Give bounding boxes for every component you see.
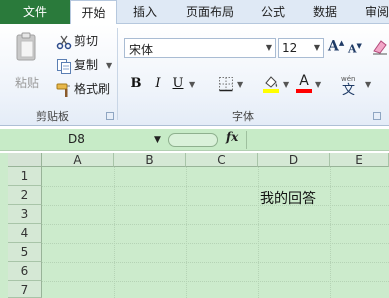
- gridline: [42, 281, 389, 282]
- formula-bar-splitter[interactable]: [168, 133, 218, 147]
- grow-font-button[interactable]: A▲: [328, 38, 344, 55]
- phonetic-dropdown-arrow[interactable]: ▼: [365, 80, 371, 89]
- paintbrush-icon: [56, 83, 70, 97]
- row-header-6[interactable]: 6: [8, 262, 42, 281]
- ribbon-home: 粘贴 剪切 复制 ▼ 格式刷 剪贴板 宋体 ▼ 12 ▼ A▲ A▼ B I U…: [0, 24, 389, 126]
- svg-text:文: 文: [342, 83, 355, 97]
- font-color-dropdown-arrow[interactable]: ▼: [315, 80, 321, 89]
- copy-icon: [57, 58, 71, 74]
- fill-color-icon[interactable]: [262, 74, 280, 94]
- gridline: [42, 243, 389, 244]
- font-color-button[interactable]: A: [296, 73, 312, 93]
- grid-gutter: [0, 153, 8, 298]
- insert-function-button[interactable]: fx: [226, 130, 238, 144]
- cell-d2[interactable]: 我的回答: [260, 188, 316, 208]
- gridline: [42, 262, 389, 263]
- tab-file[interactable]: 文件: [0, 0, 70, 24]
- select-all-button[interactable]: [8, 153, 42, 167]
- group-divider: [117, 28, 118, 120]
- row-header-4[interactable]: 4: [8, 224, 42, 243]
- format-painter-button[interactable]: 格式刷: [56, 80, 110, 98]
- row-header-1[interactable]: 1: [8, 167, 42, 186]
- gridline: [42, 186, 389, 187]
- clipboard-group-label: 剪贴板: [36, 110, 69, 123]
- copy-button[interactable]: 复制: [56, 56, 98, 74]
- shrink-font-button[interactable]: A▼: [348, 41, 362, 56]
- tab-page-layout[interactable]: 页面布局: [173, 0, 247, 24]
- chevron-down-icon: ▼: [265, 43, 272, 52]
- clipboard-icon: [16, 32, 36, 61]
- svg-text:wén: wén: [341, 75, 355, 83]
- italic-button[interactable]: I: [150, 74, 166, 94]
- cut-button[interactable]: 剪切: [56, 32, 98, 50]
- column-header-c[interactable]: C: [186, 153, 258, 167]
- font-name-value: 宋体: [129, 43, 154, 57]
- chevron-down-icon: ▼: [313, 43, 320, 52]
- row-header-3[interactable]: 3: [8, 205, 42, 224]
- underline-dropdown-arrow[interactable]: ▼: [189, 80, 195, 89]
- borders-icon[interactable]: [218, 76, 234, 92]
- clear-formatting-icon[interactable]: [371, 37, 389, 57]
- copy-dropdown-arrow[interactable]: ▼: [106, 61, 112, 70]
- phonetic-guide-icon[interactable]: wén 文: [338, 73, 362, 97]
- font-group-label: 字体: [232, 110, 254, 123]
- font-color-indicator: [296, 89, 312, 93]
- clipboard-launcher-icon[interactable]: [106, 112, 114, 120]
- name-box[interactable]: D8 ▼: [8, 131, 164, 149]
- column-header-b[interactable]: B: [114, 153, 186, 167]
- paste-label: 粘贴: [14, 76, 39, 90]
- font-name-select[interactable]: 宋体 ▼: [124, 38, 276, 58]
- underline-button[interactable]: U: [170, 74, 186, 94]
- column-header-d[interactable]: D: [258, 153, 330, 167]
- chevron-down-icon[interactable]: ▼: [154, 135, 161, 145]
- tab-data[interactable]: 数据: [299, 0, 351, 24]
- column-header-e[interactable]: E: [330, 153, 389, 167]
- row-header-5[interactable]: 5: [8, 243, 42, 262]
- tab-review[interactable]: 审阅: [351, 0, 389, 24]
- worksheet-grid[interactable]: A B C D E 1 2 3 4 5 6 7 我的回答: [0, 153, 389, 298]
- column-header-a[interactable]: A: [42, 153, 114, 167]
- fill-color-dropdown-arrow[interactable]: ▼: [283, 80, 289, 89]
- paste-button[interactable]: 粘贴: [12, 32, 42, 100]
- formula-bar: D8 ▼ fx: [0, 129, 389, 151]
- cut-label: 剪切: [74, 34, 99, 48]
- ribbon-tab-bar: 文件 开始 插入 页面布局 公式 数据 审阅: [0, 0, 389, 25]
- font-color-glyph: A: [299, 73, 309, 89]
- tab-formulas[interactable]: 公式: [247, 0, 299, 24]
- tab-home[interactable]: 开始: [70, 0, 117, 25]
- borders-dropdown-arrow[interactable]: ▼: [237, 80, 243, 89]
- gridline: [42, 224, 389, 225]
- row-header-2[interactable]: 2: [8, 186, 42, 205]
- tab-insert[interactable]: 插入: [117, 0, 173, 24]
- row-header-7[interactable]: 7: [8, 281, 42, 298]
- format-painter-label: 格式刷: [74, 82, 111, 96]
- gridline: [42, 205, 389, 206]
- bold-button[interactable]: B: [128, 74, 144, 94]
- font-size-select[interactable]: 12 ▼: [278, 38, 324, 58]
- copy-label: 复制: [74, 58, 99, 72]
- scissors-icon: [56, 35, 72, 49]
- name-box-value: D8: [68, 132, 85, 146]
- font-size-value: 12: [282, 41, 298, 55]
- formula-input[interactable]: [246, 131, 389, 149]
- font-launcher-icon[interactable]: [373, 112, 381, 120]
